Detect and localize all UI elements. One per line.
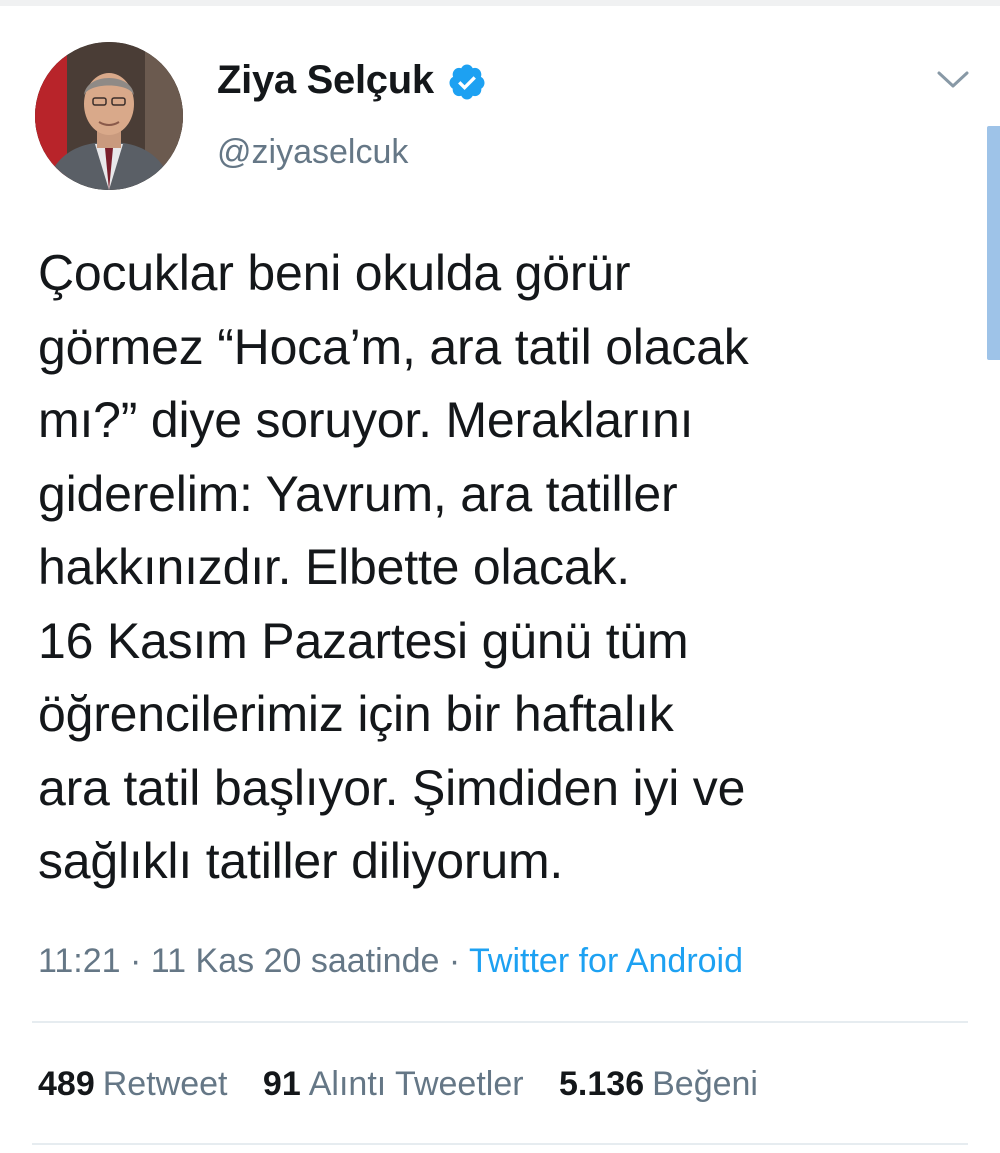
verified-badge-icon — [449, 64, 485, 100]
tweet-line: 16 Kasım Pazartesi günü tüm — [38, 612, 689, 669]
retweets-stat[interactable]: 489 Retweet — [38, 1065, 227, 1103]
divider — [32, 1021, 968, 1023]
tweet-line: ara tatil başlıyor. Şimdiden iyi ve — [38, 759, 746, 816]
like-count: 5.136 — [559, 1065, 645, 1103]
scroll-indicator — [987, 126, 1000, 360]
like-label: Beğeni — [652, 1065, 758, 1103]
tweet-time: 11:21 — [38, 942, 121, 980]
tweet-stats: 489 Retweet 91 Alıntı Tweetler 5.136 Beğeni — [38, 1060, 784, 1108]
quotes-stat[interactable]: 91 Alıntı Tweetler — [263, 1065, 524, 1103]
tweet-line: görmez “Hoca’m, ara tatil olacak — [38, 318, 749, 375]
tweet-source-link[interactable]: Twitter for Android — [469, 942, 743, 980]
divider — [32, 1143, 968, 1145]
meta-separator: · — [130, 942, 142, 980]
avatar[interactable] — [35, 42, 183, 190]
tweet-date[interactable]: 11 Kas 20 saatinde — [151, 942, 440, 980]
tweet-line: hakkınızdır. Elbette olacak. — [38, 539, 630, 595]
tweet-meta: 11:21 · 11 Kas 20 saatinde · Twitter for… — [38, 938, 743, 984]
meta-separator: · — [448, 942, 461, 980]
top-edge-line — [0, 0, 1000, 6]
tweet-line: mı?” diye soruyor. Meraklarını — [38, 392, 694, 448]
avatar-portrait-image — [35, 42, 183, 190]
tweet-text: Çocuklar beni okulda görür görmez “Hoca’… — [38, 237, 978, 899]
likes-stat[interactable]: 5.136 Beğeni — [559, 1065, 758, 1103]
quote-label: Alıntı Tweetler — [308, 1065, 524, 1103]
tweet-line: öğrencilerimiz için bir haftalık — [38, 686, 674, 742]
tweet-line: giderelim: Yavrum, ara tatiller — [38, 465, 678, 522]
display-name[interactable]: Ziya Selçuk — [217, 56, 434, 104]
chevron-down-icon[interactable] — [935, 67, 971, 91]
retweet-count: 489 — [38, 1065, 95, 1103]
retweet-label: Retweet — [102, 1065, 228, 1103]
quote-count: 91 — [262, 1065, 301, 1103]
tweet-line: Çocuklar beni okulda görür — [38, 245, 631, 301]
user-handle[interactable]: @ziyaselcuk — [217, 130, 408, 174]
tweet-line: sağlıklı tatiller diliyorum. — [38, 833, 564, 889]
